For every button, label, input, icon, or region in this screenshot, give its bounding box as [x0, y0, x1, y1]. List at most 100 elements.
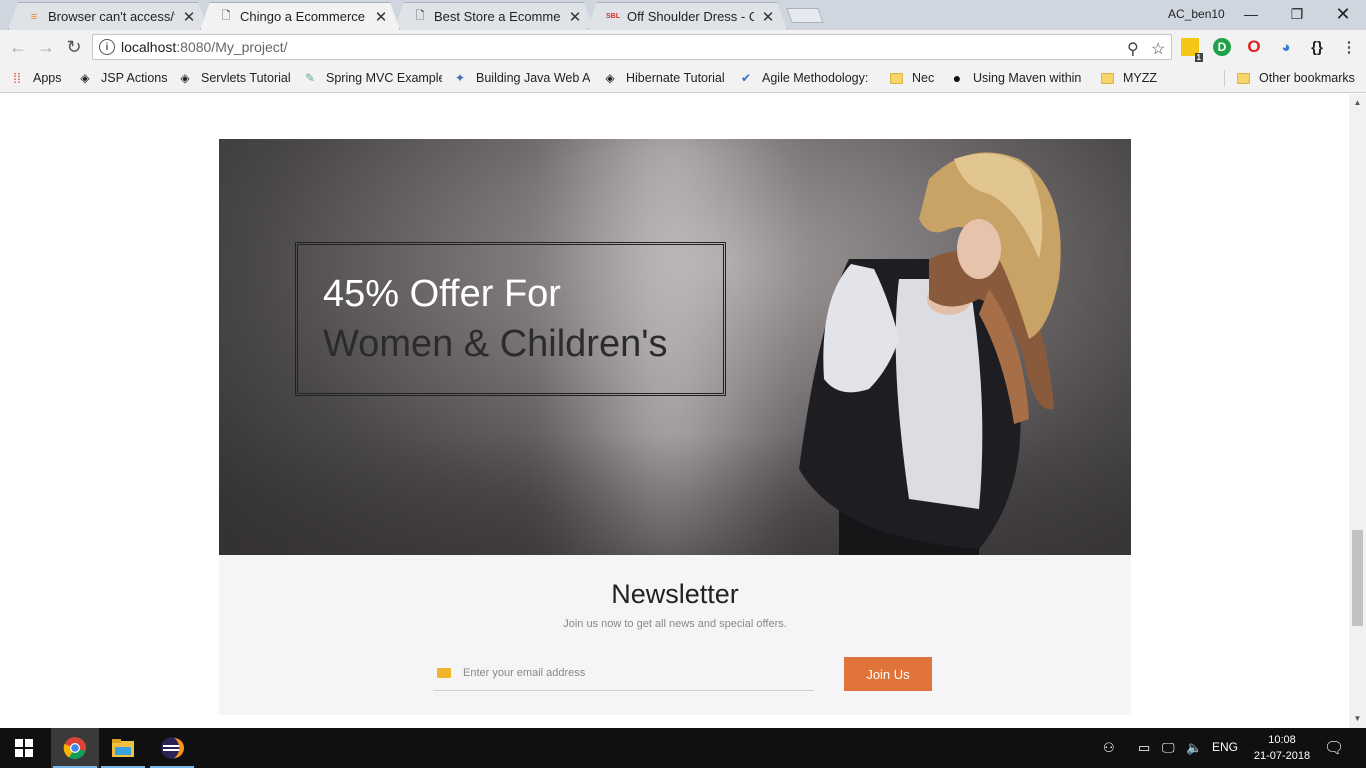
join-us-button[interactable]: Join Us [844, 657, 932, 691]
close-icon[interactable]: ✕ [760, 8, 776, 26]
zoom-search-icon[interactable]: ⚲ [1127, 39, 1139, 59]
bookmark-label: Servlets Tutorial [201, 71, 291, 85]
bookmark-servlets-tutorial[interactable]: ◈ Servlets Tutorial [177, 69, 291, 87]
taskbar-file-explorer[interactable] [99, 728, 147, 768]
address-bar[interactable]: i localhost :8080/My_project/ ⚲ ☆ [92, 34, 1172, 60]
bookmark-label: Apps [33, 71, 62, 85]
opera-extension-icon[interactable]: O [1245, 37, 1263, 56]
diamond-icon: ◈ [605, 71, 615, 85]
bookmark-apps[interactable]: ⁞⁞ Apps [9, 69, 62, 87]
bookmark-hibernate[interactable]: ◈ Hibernate Tutorial [602, 69, 725, 87]
email-field [433, 655, 814, 691]
url-host: localhost [121, 39, 177, 55]
bookmark-label: Using Maven within [973, 71, 1082, 85]
eclipse-icon [161, 737, 184, 759]
globe-extension-icon[interactable]: ◕ [1277, 38, 1295, 56]
tab-best-store[interactable]: 🗋 Best Store a Ecommerce ✕ [394, 2, 594, 30]
extension-badge: 1 [1194, 53, 1203, 62]
bookmark-building-java[interactable]: ✦ Building Java Web A [452, 69, 590, 87]
bookmark-label: Hibernate Tutorial [626, 71, 725, 85]
tab-off-shoulder[interactable]: SBL Off Shoulder Dress - Onli ✕ [587, 2, 787, 30]
tab-title: Best Store a Ecommerce [434, 9, 561, 24]
restore-button[interactable]: ❐ [1274, 0, 1320, 28]
page-icon: 🗋 [415, 10, 425, 22]
clock-date: 21-07-2018 [1253, 750, 1311, 762]
info-icon[interactable]: i [99, 39, 115, 55]
scroll-up-icon[interactable]: ▲ [1349, 98, 1366, 107]
extension-icon[interactable]: 1 [1181, 38, 1203, 62]
bookmark-star-icon[interactable]: ☆ [1151, 39, 1165, 59]
stackoverflow-icon: ≡ [30, 10, 38, 23]
people-icon[interactable]: ⚇ [1103, 740, 1115, 756]
scroll-thumb[interactable] [1352, 530, 1363, 626]
minimize-button[interactable]: — [1228, 0, 1274, 28]
tab-title: Browser can't access/find [48, 9, 175, 24]
page-scrollbar[interactable]: ▲ ▼ [1349, 94, 1366, 728]
forward-button[interactable]: → [34, 35, 58, 59]
mail-icon [437, 667, 451, 678]
battery-icon[interactable]: ▭ [1138, 740, 1150, 756]
bookmark-label: Nec [912, 71, 935, 85]
java-icon: ✦ [454, 71, 466, 85]
folder-icon [112, 739, 134, 757]
folder-icon [1099, 70, 1115, 86]
back-button[interactable]: ← [6, 35, 30, 59]
taskbar-clock[interactable]: 10:08 21-07-2018 [1246, 732, 1318, 764]
diamond-icon: ◈ [80, 71, 90, 85]
tab-browser-cant-access[interactable]: ≡ Browser can't access/find ✕ [8, 2, 208, 30]
json-extension-icon[interactable]: {} [1308, 38, 1326, 56]
windows-taskbar: ⚇ ▭ 🖵 🔈 ENG 10:08 21-07-2018 🗨 [0, 728, 1366, 768]
bookmark-agile[interactable]: ✔ Agile Methodology: [738, 69, 874, 87]
newsletter-subtitle: Join us now to get all news and special … [563, 618, 787, 630]
notification-icon[interactable]: 🗨 [1324, 738, 1344, 758]
check-icon: ✔ [740, 71, 752, 85]
newsletter-section: Newsletter Join us now to get all news a… [219, 555, 1131, 715]
bookmark-label: Other bookmarks [1259, 71, 1355, 85]
browser-toolbar: ← → ↻ i localhost :8080/My_project/ ⚲ ☆ [0, 30, 1366, 64]
chrome-icon [63, 737, 86, 760]
close-icon[interactable]: ✕ [181, 8, 197, 26]
email-input[interactable] [463, 666, 783, 679]
clock-time: 10:08 [1268, 734, 1296, 746]
taskbar-eclipse[interactable] [148, 728, 196, 768]
sbl-icon: SBL [606, 13, 620, 20]
url-path: :8080/My_project/ [176, 39, 288, 55]
menu-icon[interactable]: ⋮ [1340, 38, 1358, 56]
bookmark-label: JSP Actions [101, 71, 168, 85]
page-viewport: 45% Offer For Women & Children's Newslet… [0, 94, 1349, 728]
start-button[interactable] [0, 728, 48, 768]
bookmark-jsp-actions[interactable]: ◈ JSP Actions [77, 69, 167, 87]
bookmark-maven[interactable]: ● Using Maven within [949, 69, 1085, 87]
language-indicator[interactable]: ENG [1212, 740, 1238, 754]
tab-title: Off Shoulder Dress - Onli [627, 9, 754, 24]
woman-photo [799, 152, 1061, 555]
bookmark-myzz[interactable]: MYZZ [1099, 69, 1157, 87]
bookmark-nec[interactable]: Nec [888, 69, 934, 87]
github-icon: ● [952, 70, 962, 86]
promo-banner[interactable]: 45% Offer For Women & Children's [219, 139, 1131, 555]
network-icon[interactable]: 🖵 [1162, 740, 1175, 756]
apps-grid-icon: ⁞⁞ [13, 70, 21, 86]
scroll-down-icon[interactable]: ▼ [1349, 714, 1366, 723]
reload-button[interactable]: ↻ [62, 35, 86, 59]
new-tab-button[interactable] [786, 8, 824, 23]
close-icon[interactable]: ✕ [373, 8, 389, 26]
bookmark-label: Building Java Web A [476, 71, 590, 85]
bookmark-spring-mvc[interactable]: ✎ Spring MVC Example [302, 69, 442, 87]
bookmark-label: Spring MVC Example [326, 71, 442, 85]
close-icon[interactable]: ✕ [567, 8, 583, 26]
taskbar-chrome[interactable] [51, 728, 99, 768]
bookmark-other[interactable]: Other bookmarks [1235, 69, 1355, 87]
idm-extension-icon[interactable]: D [1213, 38, 1231, 56]
tab-title: Chingo a Ecommerce On [240, 9, 365, 24]
volume-icon[interactable]: 🔈 [1186, 740, 1202, 756]
bookmarks-bar: ⁞⁞ Apps ◈ JSP Actions ◈ Servlets Tutoria… [0, 64, 1366, 93]
page-icon: 🗋 [221, 10, 231, 22]
tab-chingo[interactable]: 🗋 Chingo a Ecommerce On ✕ [200, 2, 400, 30]
bookmark-separator [1224, 70, 1225, 87]
profile-name[interactable]: AC_ben10 [1168, 7, 1225, 21]
close-window-button[interactable]: ✕ [1320, 0, 1366, 28]
diamond-icon: ◈ [180, 71, 190, 85]
offer-subheading: Women & Children's [323, 323, 668, 365]
tab-strip: ≡ Browser can't access/find ✕ 🗋 Chingo a… [0, 0, 1366, 30]
